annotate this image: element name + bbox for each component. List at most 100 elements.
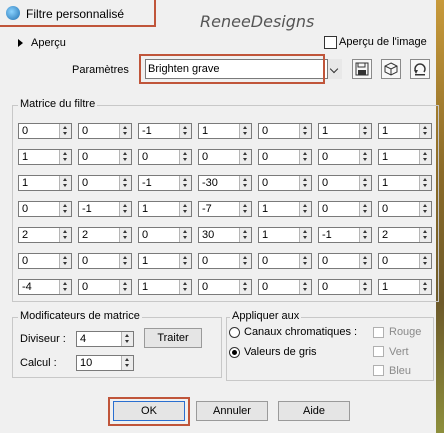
matrix-cell[interactable]: 0 xyxy=(78,123,132,139)
spinner-icon[interactable] xyxy=(59,280,71,294)
matrix-cell[interactable]: 0 xyxy=(78,279,132,295)
chevron-down-icon[interactable] xyxy=(327,59,342,79)
matrix-cell[interactable]: 1 xyxy=(378,175,432,191)
spinner-icon[interactable] xyxy=(419,150,431,164)
spinner-icon[interactable] xyxy=(359,228,371,242)
spinner-icon[interactable] xyxy=(299,228,311,242)
matrix-cell[interactable]: 30 xyxy=(198,227,252,243)
matrix-cell[interactable]: 1 xyxy=(18,149,72,165)
matrix-cell[interactable]: 2 xyxy=(18,227,72,243)
matrix-cell[interactable]: 1 xyxy=(378,123,432,139)
bleu-checkbox[interactable] xyxy=(373,365,384,376)
matrix-cell[interactable]: 0 xyxy=(18,123,72,139)
spinner-icon[interactable] xyxy=(119,254,131,268)
matrix-cell[interactable]: 0 xyxy=(258,279,312,295)
spinner-icon[interactable] xyxy=(239,124,251,138)
spinner-icon[interactable] xyxy=(419,124,431,138)
matrix-cell[interactable]: 0 xyxy=(78,149,132,165)
spinner-icon[interactable] xyxy=(59,254,71,268)
apercu-image-checkbox[interactable] xyxy=(324,36,337,49)
matrix-cell[interactable]: 1 xyxy=(138,279,192,295)
spinner-icon[interactable] xyxy=(239,280,251,294)
save-preset-button[interactable] xyxy=(352,59,372,79)
spinner-icon[interactable] xyxy=(299,176,311,190)
matrix-cell[interactable]: 0 xyxy=(258,123,312,139)
matrix-cell[interactable]: 1 xyxy=(258,201,312,217)
spinner-icon[interactable] xyxy=(59,176,71,190)
spinner-icon[interactable] xyxy=(359,124,371,138)
spinner-icon[interactable] xyxy=(239,202,251,216)
matrix-cell[interactable]: 0 xyxy=(318,149,372,165)
matrix-cell[interactable]: 1 xyxy=(138,253,192,269)
matrix-cell[interactable]: 1 xyxy=(198,123,252,139)
matrix-cell[interactable]: 0 xyxy=(318,253,372,269)
matrix-cell[interactable]: 1 xyxy=(138,201,192,217)
spinner-icon[interactable] xyxy=(239,150,251,164)
preset-settings-button[interactable] xyxy=(381,59,401,79)
vert-checkbox[interactable] xyxy=(373,346,384,357)
matrix-cell[interactable]: 0 xyxy=(378,201,432,217)
matrix-cell[interactable]: -1 xyxy=(318,227,372,243)
spinner-icon[interactable] xyxy=(359,280,371,294)
canaux-label[interactable]: Canaux chromatiques : xyxy=(244,326,357,338)
spinner-icon[interactable] xyxy=(239,176,251,190)
matrix-cell[interactable]: 0 xyxy=(198,253,252,269)
matrix-cell[interactable]: -7 xyxy=(198,201,252,217)
bleu-label[interactable]: Bleu xyxy=(389,365,411,377)
matrix-cell[interactable]: 1 xyxy=(318,123,372,139)
matrix-cell[interactable]: 0 xyxy=(78,175,132,191)
spinner-icon[interactable] xyxy=(119,280,131,294)
spinner-icon[interactable] xyxy=(119,176,131,190)
matrix-cell[interactable]: 0 xyxy=(318,279,372,295)
matrix-cell[interactable]: 0 xyxy=(18,253,72,269)
spinner-icon[interactable] xyxy=(59,150,71,164)
matrix-cell[interactable]: -30 xyxy=(198,175,252,191)
matrix-cell[interactable]: 0 xyxy=(258,253,312,269)
spinner-icon[interactable] xyxy=(179,124,191,138)
spinner-icon[interactable] xyxy=(59,124,71,138)
traiter-button[interactable]: Traiter xyxy=(144,328,202,348)
ok-button[interactable]: OK xyxy=(113,401,185,421)
spinner-icon[interactable] xyxy=(419,280,431,294)
matrix-cell[interactable]: 1 xyxy=(378,149,432,165)
spinner-icon[interactable] xyxy=(299,202,311,216)
spinner-icon[interactable] xyxy=(239,228,251,242)
matrix-cell[interactable]: 0 xyxy=(18,201,72,217)
matrix-cell[interactable]: 1 xyxy=(378,279,432,295)
apercu-label[interactable]: Aperçu xyxy=(31,37,66,49)
matrix-cell[interactable]: 0 xyxy=(198,279,252,295)
spinner-icon[interactable] xyxy=(119,150,131,164)
matrix-cell[interactable]: 0 xyxy=(198,149,252,165)
spinner-icon[interactable] xyxy=(419,176,431,190)
spinner-icon[interactable] xyxy=(299,124,311,138)
matrix-cell[interactable]: 2 xyxy=(378,227,432,243)
matrix-cell[interactable]: 0 xyxy=(258,149,312,165)
spinner-icon[interactable] xyxy=(179,202,191,216)
canaux-radio[interactable] xyxy=(229,327,240,338)
matrix-cell[interactable]: 0 xyxy=(258,175,312,191)
spinner-icon[interactable] xyxy=(179,254,191,268)
matrix-cell[interactable]: -1 xyxy=(78,201,132,217)
spinner-icon[interactable] xyxy=(179,280,191,294)
spinner-icon[interactable] xyxy=(179,228,191,242)
matrix-cell[interactable]: 1 xyxy=(258,227,312,243)
rouge-checkbox[interactable] xyxy=(373,327,384,338)
matrix-cell[interactable]: 0 xyxy=(138,149,192,165)
vert-label[interactable]: Vert xyxy=(389,346,409,358)
matrix-cell[interactable]: -1 xyxy=(138,123,192,139)
matrix-cell[interactable]: 0 xyxy=(138,227,192,243)
spinner-icon[interactable] xyxy=(359,202,371,216)
matrix-cell[interactable]: 1 xyxy=(18,175,72,191)
spinner-icon[interactable] xyxy=(179,150,191,164)
matrix-cell[interactable]: 0 xyxy=(78,253,132,269)
expand-arrow-icon[interactable] xyxy=(18,39,23,47)
calcul-input[interactable]: 10 xyxy=(76,355,134,371)
matrix-cell[interactable]: -1 xyxy=(138,175,192,191)
spinner-icon[interactable] xyxy=(419,202,431,216)
spinner-icon[interactable] xyxy=(119,124,131,138)
matrix-cell[interactable]: 0 xyxy=(318,201,372,217)
matrix-cell[interactable]: -4 xyxy=(18,279,72,295)
matrix-cell[interactable]: 0 xyxy=(318,175,372,191)
rouge-label[interactable]: Rouge xyxy=(389,326,421,338)
spinner-icon[interactable] xyxy=(179,176,191,190)
